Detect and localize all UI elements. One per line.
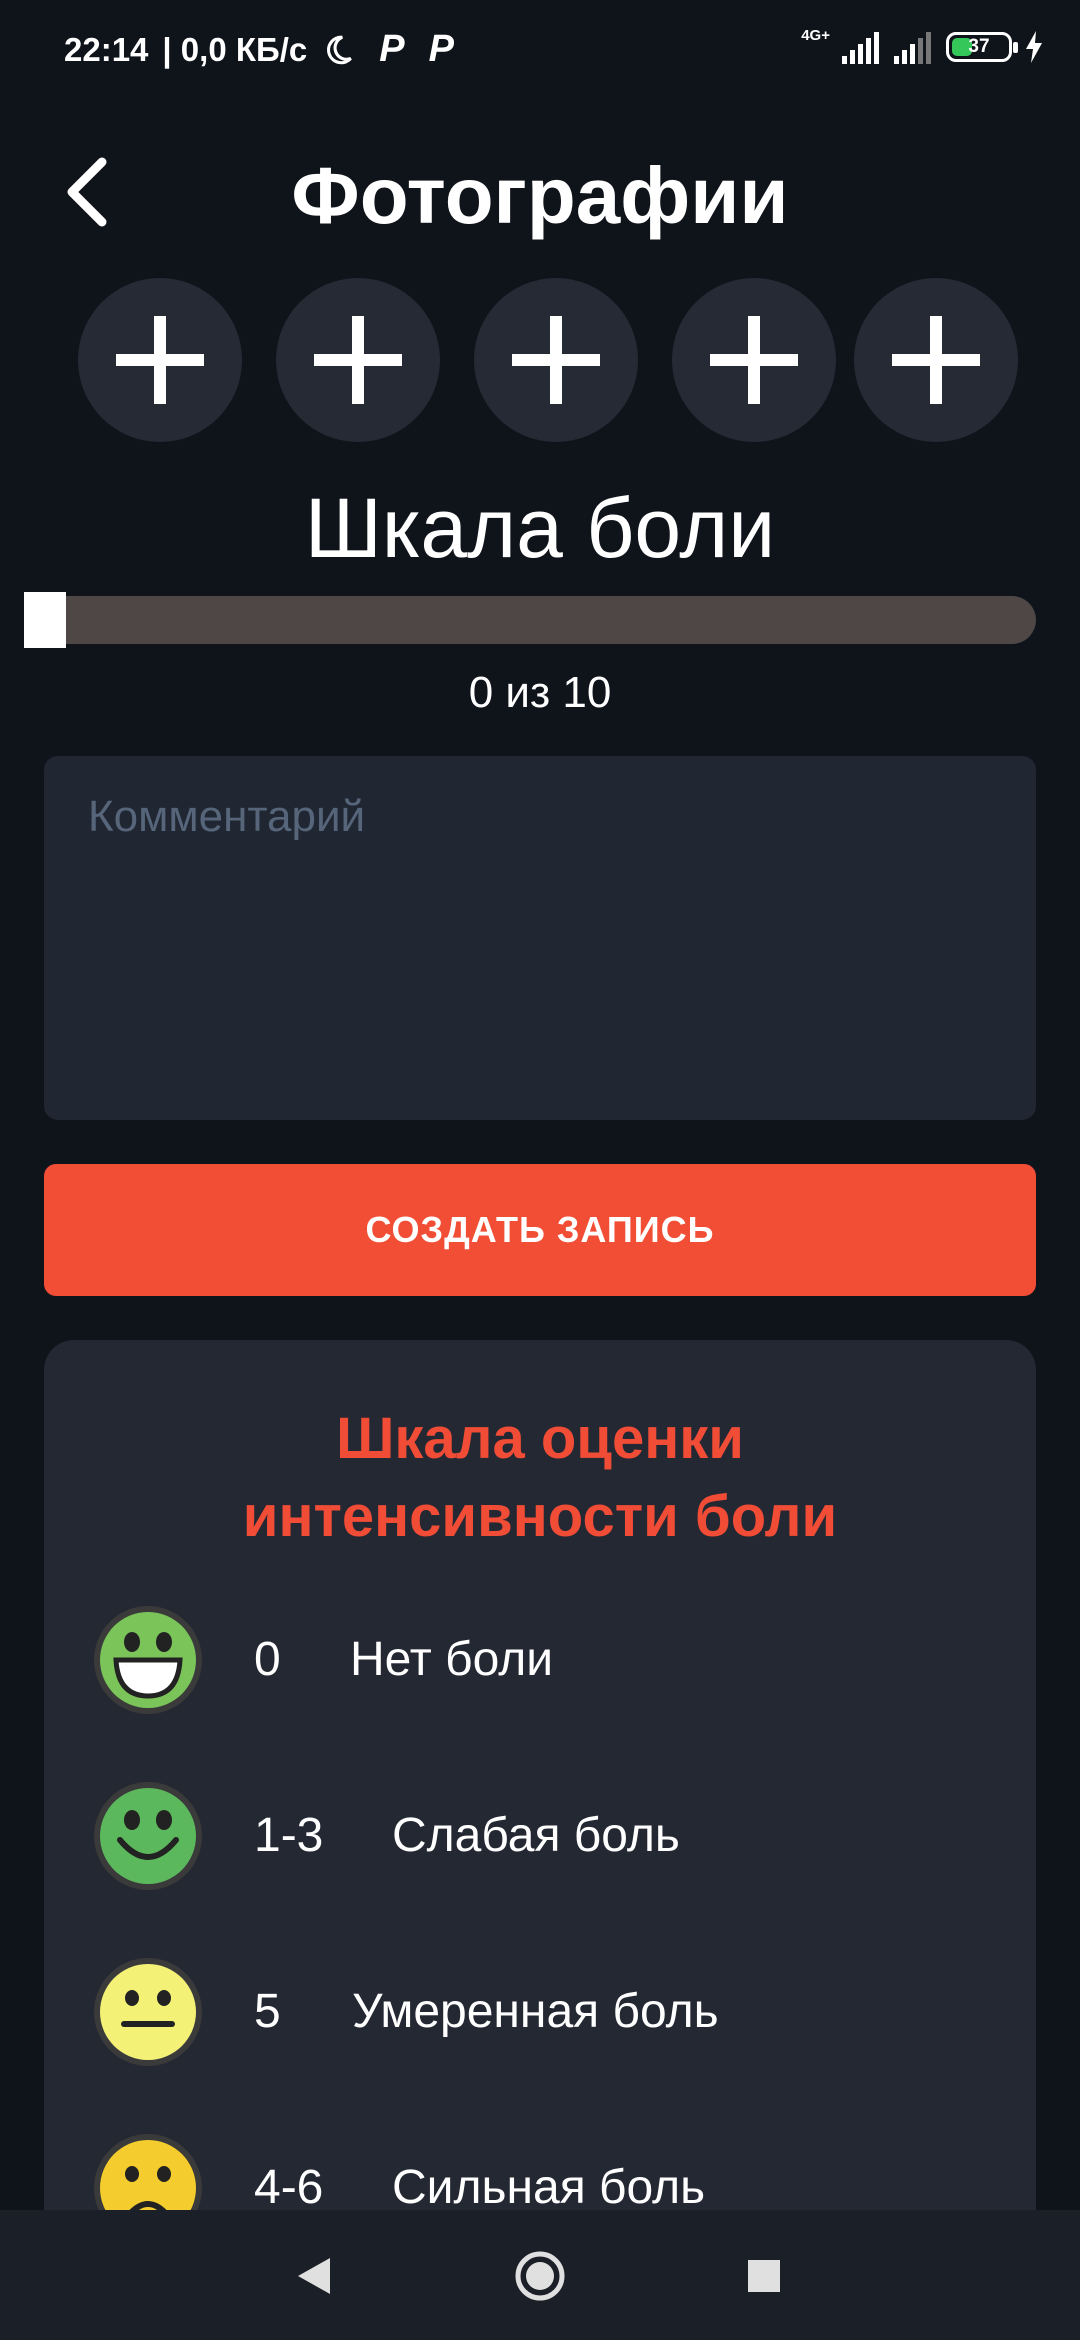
legend-label: Сильная боль <box>392 2161 706 2214</box>
pain-slider-track[interactable] <box>24 596 1036 644</box>
page-title: Фотографии <box>291 151 789 240</box>
status-network-speed: | 0,0 КБ/с <box>162 30 308 68</box>
square-recents-icon[interactable] <box>736 2248 792 2304</box>
pain-intensity-card: Шкала оценки интенсивности боли 0 Нет бо… <box>44 1340 1036 2242</box>
create-entry-button[interactable]: СОЗДАТЬ ЗАПИСЬ <box>44 1164 1036 1296</box>
smiling-face-icon <box>94 1782 202 1890</box>
battery-icon: 37 <box>946 32 1018 62</box>
pain-intensity-title: Шкала оценки интенсивности боли <box>44 1400 1036 1556</box>
add-photo-button[interactable] <box>854 278 1018 442</box>
battery-percent: 37 <box>968 36 990 57</box>
legend-item: 1-3 Слабая боль <box>90 1778 990 1894</box>
add-photo-button[interactable] <box>474 278 638 442</box>
plus-icon <box>710 316 798 404</box>
circle-home-icon[interactable] <box>512 2248 568 2304</box>
signal-icon <box>894 32 931 64</box>
legend-label: Слабая боль <box>392 1809 680 1862</box>
legend-item: 5 Умеренная боль <box>90 1954 990 2070</box>
add-photo-button[interactable] <box>672 278 836 442</box>
pain-scale-value: 0 из 10 <box>468 668 612 717</box>
system-nav-bar <box>0 2210 1080 2340</box>
legend-item: 0 Нет боли <box>90 1602 990 1718</box>
comment-field[interactable] <box>44 756 1036 1120</box>
parking-icon: P <box>428 28 454 70</box>
photo-slots <box>78 278 1022 442</box>
pain-intensity-title-line2: интенсивности боли <box>242 1484 838 1549</box>
neutral-face-icon <box>94 1958 202 2066</box>
charging-icon <box>1026 31 1042 63</box>
legend-range: 4-6 <box>254 2161 324 2214</box>
pain-scale-title: Шкала боли <box>304 481 776 575</box>
legend-range: 0 <box>254 1633 281 1686</box>
triangle-back-icon[interactable] <box>286 2248 342 2304</box>
add-photo-button[interactable] <box>78 278 242 442</box>
legend-range: 1-3 <box>254 1809 324 1862</box>
legend-label: Умеренная боль <box>352 1985 719 2038</box>
status-left: 22:14 | 0,0 КБ/с P P <box>64 28 454 71</box>
pain-slider-thumb[interactable] <box>24 592 66 648</box>
parking-icon: P <box>379 28 405 70</box>
plus-icon <box>512 316 600 404</box>
plus-icon <box>314 316 402 404</box>
add-photo-button[interactable] <box>276 278 440 442</box>
signal-icon <box>842 32 879 64</box>
laughing-face-icon <box>94 1606 202 1714</box>
legend-label: Нет боли <box>350 1633 554 1686</box>
plus-icon <box>116 316 204 404</box>
status-time: 22:14 <box>64 30 149 68</box>
plus-icon <box>892 316 980 404</box>
status-bar: 22:14 | 0,0 КБ/с P P 4G+ 37 <box>0 0 1080 100</box>
network-type: 4G+ <box>801 26 830 44</box>
pain-intensity-title-line1: Шкала оценки <box>336 1406 744 1471</box>
moon-icon <box>327 35 353 64</box>
legend-range: 5 <box>254 1985 281 2038</box>
status-right: 4G+ 37 <box>801 26 1044 64</box>
